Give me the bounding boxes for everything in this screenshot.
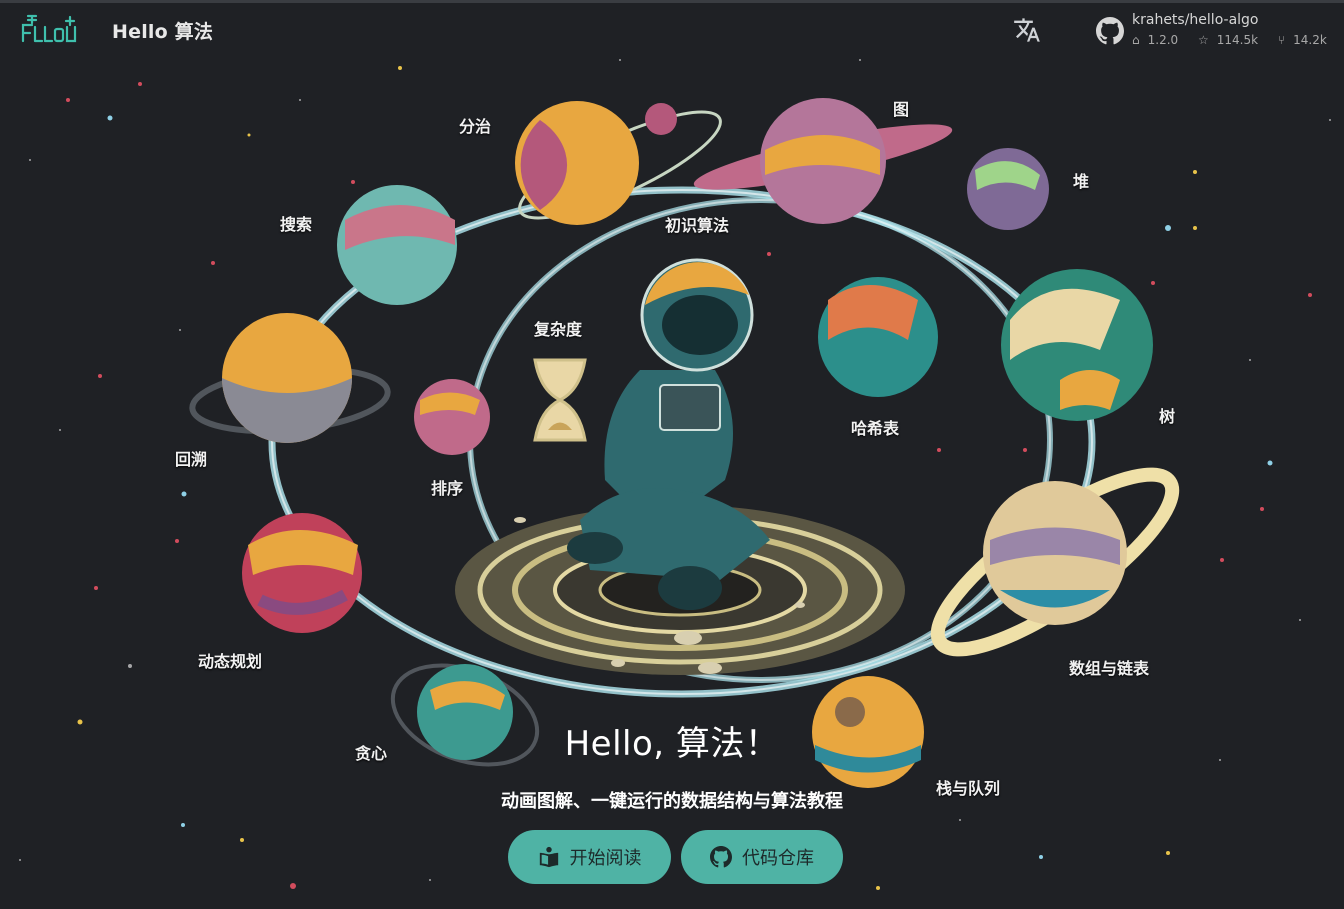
chapter-link-graph[interactable]: 图: [893, 96, 909, 120]
planet-heap: [967, 148, 1049, 230]
chapter-link-search[interactable]: 搜索: [280, 211, 312, 235]
hero-subtitle: 动画图解、一键运行的数据结构与算法教程: [501, 791, 843, 812]
start-reading-label: 开始阅读: [569, 848, 642, 869]
repo-name: krahets/hello-algo: [1132, 12, 1259, 28]
github-repo-link[interactable]: krahets/hello-algo ⌂ 1.2.0 ☆ 114.5k ⑂ 14.2k: [1096, 11, 1327, 53]
version-value: 1.2.0: [1147, 33, 1179, 47]
stars-fact: ☆ 114.5k: [1198, 33, 1266, 47]
forks-value: 14.2k: [1293, 33, 1327, 47]
chapter-link-backtracking[interactable]: 回溯: [175, 446, 207, 470]
github-icon: [710, 846, 732, 868]
chapter-link-intro[interactable]: 初识算法: [665, 212, 729, 236]
version-fact: ⌂ 1.2.0: [1132, 33, 1186, 47]
code-repo-label: 代码仓库: [742, 848, 814, 869]
tag-icon: ⌂: [1132, 33, 1140, 47]
repo-facts: ⌂ 1.2.0 ☆ 114.5k ⑂ 14.2k: [1132, 33, 1343, 47]
planet-graph: [693, 98, 953, 224]
planet-dp: [242, 513, 362, 633]
fork-icon: ⑂: [1277, 33, 1286, 47]
translate-icon[interactable]: [1013, 16, 1041, 44]
planet-hashing: [818, 277, 938, 397]
chapter-link-array[interactable]: 数组与链表: [1069, 655, 1149, 679]
chapter-link-divide[interactable]: 分治: [459, 113, 491, 137]
chapter-link-tree[interactable]: 树: [1159, 403, 1175, 427]
planet-tree: [1001, 269, 1153, 421]
book-reader-icon: [539, 846, 558, 868]
chapter-link-sorting[interactable]: 排序: [431, 475, 463, 499]
chapter-link-heap[interactable]: 堆: [1073, 168, 1089, 192]
hero-title: Hello, 算法！: [564, 724, 780, 764]
start-reading-button[interactable]: 开始阅读: [508, 830, 671, 884]
planet-sorting: [414, 379, 490, 455]
chapter-link-complexity[interactable]: 复杂度: [534, 316, 582, 340]
planet-search: [337, 185, 457, 305]
forks-fact: ⑂ 14.2k: [1278, 33, 1335, 47]
stars-value: 114.5k: [1216, 33, 1259, 47]
site-header: Hello 算法 krahets/hello-algo ⌂ 1.2.0 ☆ 114.…: [0, 3, 1344, 55]
hello-algo-logo-icon[interactable]: [20, 13, 78, 45]
planet-backtracking: [189, 313, 391, 443]
chapter-link-hashing[interactable]: 哈希表: [851, 415, 899, 439]
code-repo-button[interactable]: 代码仓库: [681, 830, 843, 884]
chapter-link-dp[interactable]: 动态规划: [198, 648, 262, 672]
planet-array: [930, 467, 1180, 657]
site-title[interactable]: Hello 算法: [112, 17, 213, 44]
star-icon: ☆: [1198, 33, 1209, 47]
github-icon: [1096, 17, 1124, 45]
